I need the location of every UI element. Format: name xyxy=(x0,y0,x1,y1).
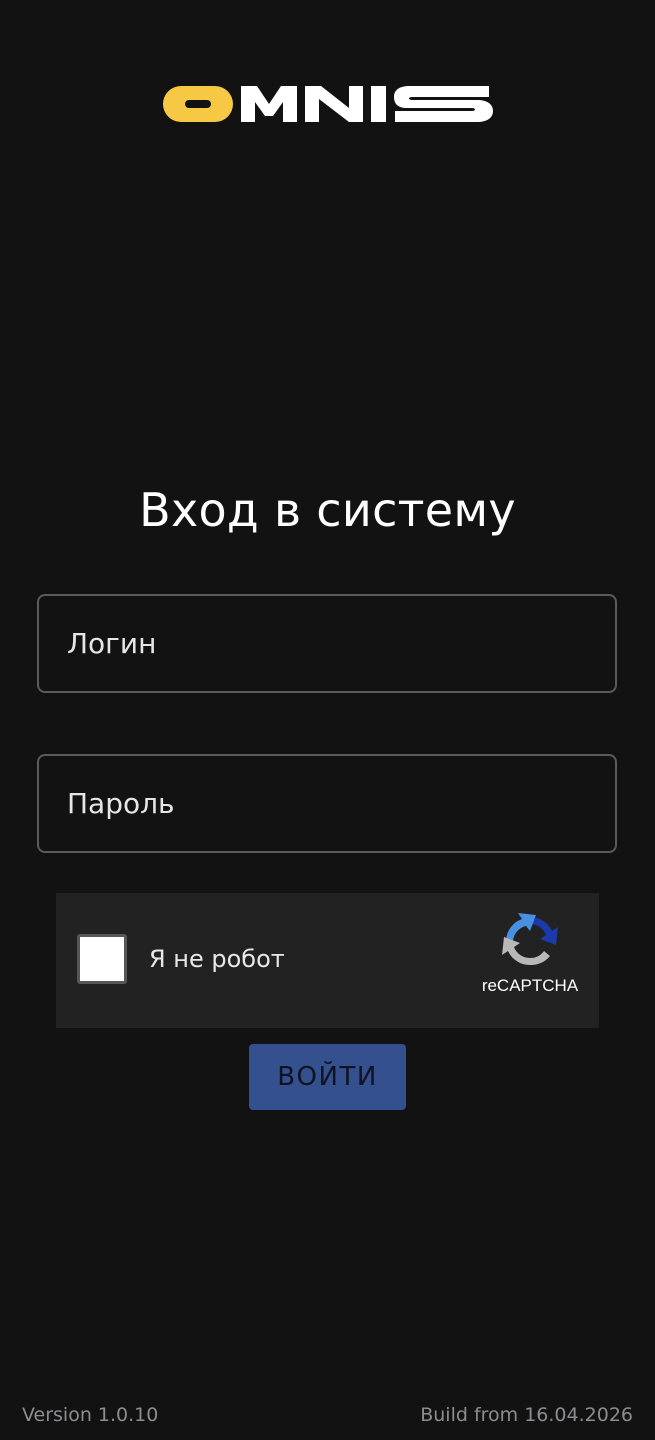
password-field[interactable] xyxy=(37,754,617,853)
login-input[interactable] xyxy=(67,596,587,691)
page-title: Вход в систему xyxy=(139,483,516,537)
build-label: Build from 16.04.2026 xyxy=(420,1404,633,1426)
recaptcha-checkbox[interactable] xyxy=(77,934,127,984)
login-button[interactable]: ВОЙТИ xyxy=(249,1044,406,1110)
omnis-logo xyxy=(163,86,493,122)
recaptcha-brand: reCAPTCHA xyxy=(481,976,579,995)
version-label: Version 1.0.10 xyxy=(22,1404,159,1426)
recaptcha-widget: Я не робот reCAPTCHA xyxy=(56,893,599,1028)
password-input[interactable] xyxy=(67,756,587,851)
recaptcha-label: Я не робот xyxy=(149,945,285,973)
login-field[interactable] xyxy=(37,594,617,693)
login-page: Вход в систему Я не робот reCAPTCHA ВОЙТ… xyxy=(0,0,655,1440)
recaptcha-icon xyxy=(500,911,560,971)
